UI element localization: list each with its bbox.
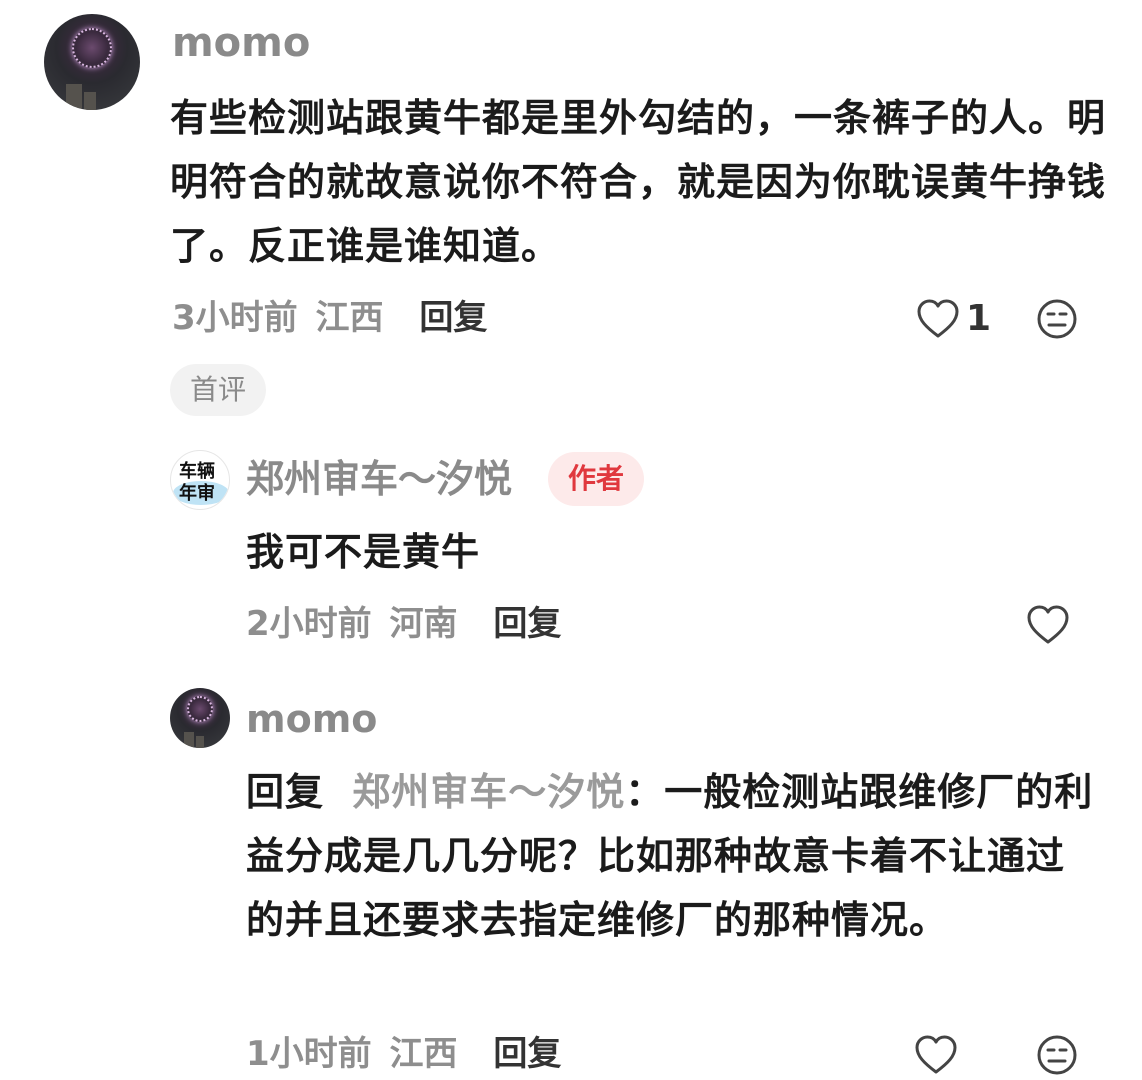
like-button[interactable] xyxy=(1026,604,1070,646)
mention-username[interactable]: 郑州审车～汐悦 xyxy=(352,770,625,814)
comment-text: 回复 郑州审车～汐悦：一般检测站跟维修厂的利益分成是几几分呢？比如那种故意卡着不… xyxy=(246,760,1096,952)
heart-icon xyxy=(1027,605,1069,644)
comment-meta: 3小时前 江西 回复 xyxy=(172,294,487,342)
fireworks-avatar-icon xyxy=(187,696,213,722)
username[interactable]: momo xyxy=(172,18,310,68)
author-badge: 作者 xyxy=(548,452,644,506)
reply-button[interactable]: 回复 xyxy=(493,1034,561,1074)
like-count: 1 xyxy=(966,298,992,339)
comment-time: 2小时前 xyxy=(246,604,372,644)
building-icon xyxy=(184,732,194,748)
emoji-reaction-button[interactable] xyxy=(1036,1034,1078,1076)
comment-location: 江西 xyxy=(315,298,384,338)
meh-face-icon xyxy=(1037,1035,1077,1075)
username[interactable]: 郑州审车～汐悦 xyxy=(246,454,512,504)
username[interactable]: momo xyxy=(246,694,377,744)
first-comment-tag: 首评 xyxy=(170,364,266,416)
reply-colon: ： xyxy=(625,770,665,814)
avatar-logo-line1: 车辆 xyxy=(179,461,215,482)
comment-time: 3小时前 xyxy=(172,298,298,338)
heart-icon xyxy=(915,1035,957,1074)
user-avatar[interactable] xyxy=(44,14,140,110)
fireworks-avatar-icon xyxy=(72,28,112,68)
author-avatar[interactable]: 车辆 年审 xyxy=(170,450,230,510)
comment-location: 河南 xyxy=(389,604,458,644)
building-icon xyxy=(196,736,204,748)
like-button[interactable] xyxy=(914,1034,958,1076)
like-button[interactable] xyxy=(916,298,960,340)
heart-icon xyxy=(917,299,959,338)
comment-location: 江西 xyxy=(389,1034,458,1074)
reply-button[interactable]: 回复 xyxy=(419,298,487,338)
comment-meta: 2小时前 河南 回复 xyxy=(246,600,561,648)
building-icon xyxy=(84,92,96,110)
meh-face-icon xyxy=(1037,299,1077,339)
comment-time: 1小时前 xyxy=(246,1034,372,1074)
avatar-logo-line2: 年审 xyxy=(179,483,215,504)
user-avatar[interactable] xyxy=(170,688,230,748)
building-icon xyxy=(66,84,82,110)
reply-button[interactable]: 回复 xyxy=(493,604,561,644)
comment-text: 有些检测站跟黄牛都是里外勾结的，一条裤子的人。明明符合的就故意说你不符合，就是因… xyxy=(170,96,1107,268)
emoji-reaction-button[interactable] xyxy=(1036,298,1078,340)
comment-text: 我可不是黄牛 xyxy=(246,530,481,574)
reply-prefix: 回复 xyxy=(246,770,325,814)
comment-meta: 1小时前 江西 回复 xyxy=(246,1030,561,1078)
